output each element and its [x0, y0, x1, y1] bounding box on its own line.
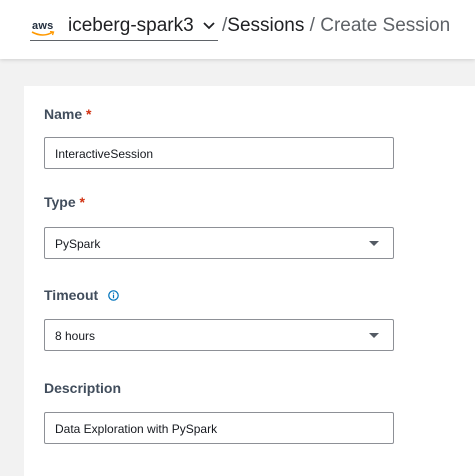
aws-logo: aws: [30, 20, 56, 36]
name-input-value: InteractiveSession: [55, 147, 154, 161]
timeout-label: Timeout: [44, 287, 119, 303]
breadcrumb: /Sessions / Create Session: [222, 15, 450, 37]
type-label-text: Type: [44, 194, 76, 210]
required-marker: *: [79, 194, 85, 210]
create-session-form: Name * InteractiveSession Type * PySpark…: [24, 86, 475, 476]
description-label-text: Description: [44, 380, 122, 396]
description-input-value: Data Exploration with PySpark: [55, 422, 218, 436]
name-label-text: Name: [44, 106, 83, 122]
aws-smile-icon: [31, 31, 55, 36]
timeout-select[interactable]: 8 hours: [44, 319, 394, 351]
required-marker: *: [86, 106, 92, 122]
breadcrumb-sessions-link[interactable]: Sessions: [227, 15, 304, 36]
description-input[interactable]: Data Exploration with PySpark: [44, 412, 394, 444]
info-icon[interactable]: [108, 290, 119, 301]
breadcrumb-separator: /: [309, 15, 315, 36]
timeout-select-value: 8 hours: [55, 329, 96, 343]
project-name: iceberg-spark3: [68, 15, 194, 36]
type-label: Type *: [44, 194, 85, 210]
breadcrumb-current: Create Session: [320, 15, 451, 36]
description-label: Description: [44, 380, 121, 396]
type-select-value: PySpark: [55, 237, 101, 251]
type-select[interactable]: PySpark: [44, 227, 394, 259]
name-input[interactable]: InteractiveSession: [44, 137, 394, 169]
chevron-down-icon[interactable]: [203, 22, 215, 30]
top-bar: aws iceberg-spark3 /Sessions / Create Se…: [0, 0, 475, 59]
timeout-label-text: Timeout: [44, 287, 99, 303]
project-selector[interactable]: aws iceberg-spark3: [30, 10, 218, 41]
caret-down-icon: [369, 241, 379, 246]
name-label: Name *: [44, 106, 91, 122]
caret-down-icon: [369, 333, 379, 338]
